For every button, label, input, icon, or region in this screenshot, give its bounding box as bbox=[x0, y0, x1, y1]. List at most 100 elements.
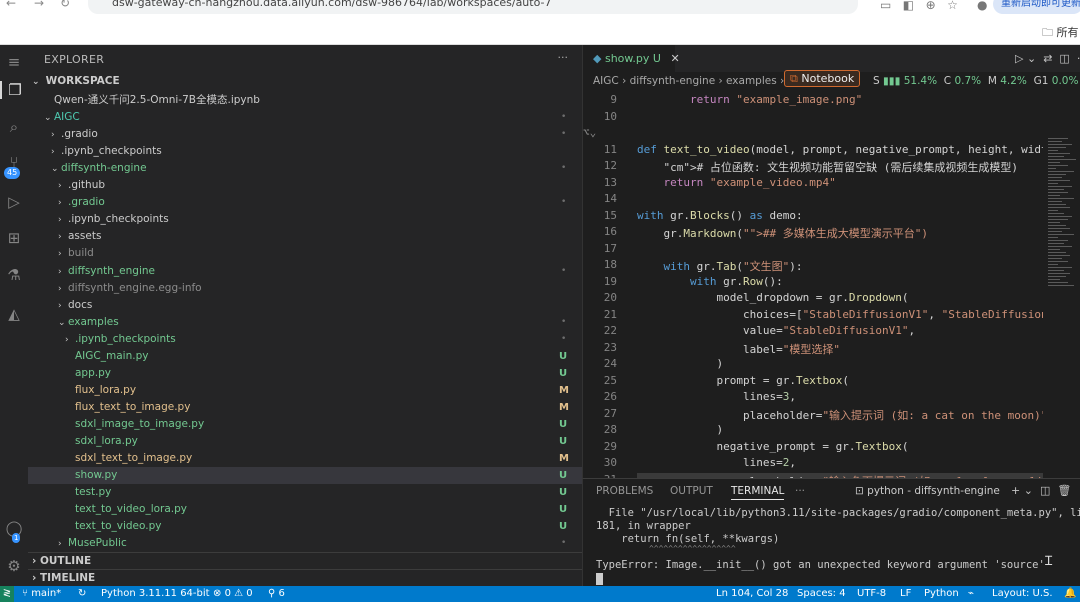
file-item[interactable]: sdxl_lora.py U bbox=[28, 433, 582, 450]
folder-item[interactable]: › diffsynth_engine.egg-info bbox=[28, 280, 582, 297]
notebook-button[interactable]: ⧉ Notebook bbox=[784, 70, 860, 87]
keyboard-layout[interactable]: Layout: U.S. bbox=[992, 586, 1053, 602]
notifications-icon[interactable]: 🔔 bbox=[1064, 586, 1076, 602]
encoding[interactable]: UTF-8 bbox=[857, 586, 886, 602]
folder-item[interactable]: ⌄ diffsynth-engine • bbox=[28, 160, 582, 177]
extensions-icon[interactable]: ⊞ bbox=[0, 229, 28, 247]
end-of-line[interactable]: LF bbox=[900, 586, 911, 602]
minimap-line bbox=[1048, 198, 1074, 199]
folder-item[interactable]: › .gradio • bbox=[28, 194, 582, 211]
trash-icon[interactable]: 🗑 bbox=[1057, 484, 1071, 497]
folder-item[interactable]: › build bbox=[28, 245, 582, 262]
tab-output[interactable]: OUTPUT bbox=[670, 485, 713, 497]
file-item[interactable]: app.py U bbox=[28, 365, 582, 382]
folder-item[interactable]: › .github bbox=[28, 177, 582, 194]
language-mode[interactable]: Python bbox=[924, 586, 959, 602]
folder-item[interactable]: ⌄ AIGC • bbox=[28, 109, 582, 126]
file-item[interactable]: sdxl_text_to_image.py M bbox=[28, 450, 582, 467]
sync-icon[interactable]: ↻ bbox=[78, 586, 86, 602]
add-terminal-icon[interactable]: + bbox=[1011, 484, 1020, 497]
folder-item[interactable]: ⌄ examples • bbox=[28, 314, 582, 331]
relaunch-button[interactable]: 重新启动即可更新 bbox=[993, 0, 1080, 14]
minimap-line bbox=[1048, 213, 1064, 214]
minimap[interactable] bbox=[1046, 90, 1080, 478]
ports-indicator[interactable]: ⚲ 6 bbox=[268, 586, 285, 602]
star-icon[interactable]: ☆ bbox=[947, 0, 958, 12]
file-item[interactable]: AIGC_main.py U bbox=[28, 348, 582, 365]
line-number: 23 bbox=[603, 340, 617, 354]
file-item[interactable]: sdxl_image_to_image.py U bbox=[28, 416, 582, 433]
workspace-section[interactable]: ⌄ WORKSPACE bbox=[28, 73, 582, 90]
back-icon[interactable]: ← bbox=[6, 0, 16, 10]
code-line: value="StableDiffusionV1", bbox=[637, 324, 916, 337]
breadcrumb-examples[interactable]: examples bbox=[726, 75, 777, 87]
indentation[interactable]: Spaces: 4 bbox=[797, 586, 846, 602]
code-lens-icon[interactable]: ⌥⌄ bbox=[583, 126, 596, 139]
remote-icon[interactable]: ◭ bbox=[0, 305, 28, 323]
folder-item[interactable]: › .ipynb_checkpoints • bbox=[28, 331, 582, 348]
folder-item[interactable]: › .ipynb_checkpoints bbox=[28, 211, 582, 228]
cursor-position[interactable]: Ln 104, Col 28 bbox=[716, 586, 788, 602]
search-icon[interactable]: ⌕ bbox=[0, 118, 28, 136]
file-item[interactable]: text_to_video_lora.py U bbox=[28, 501, 582, 518]
folder-item[interactable]: › .gradio • bbox=[28, 126, 582, 143]
breadcrumb-aigc[interactable]: AIGC bbox=[593, 75, 619, 87]
settings-gear-icon[interactable]: ⚙ bbox=[0, 557, 28, 575]
file-item[interactable]: Qwen-通义千问2.5-Omni-7B全模态.ipynb bbox=[28, 92, 582, 109]
screen-icon[interactable]: ▭ bbox=[880, 0, 891, 12]
branch-indicator[interactable]: ⑂ main* bbox=[22, 586, 61, 602]
reload-icon[interactable]: ↻ bbox=[60, 0, 70, 10]
git-status-badge: M bbox=[559, 384, 569, 396]
run-debug-icon[interactable]: ▷ bbox=[0, 193, 28, 211]
tab-terminal[interactable]: TERMINAL bbox=[731, 485, 785, 500]
folder-item[interactable]: › MusePublic • bbox=[28, 535, 582, 552]
terminal-line: File "/usr/local/lib/python3.11/site-pac… bbox=[596, 507, 1080, 519]
run-icon[interactable]: ▷ bbox=[1015, 52, 1023, 65]
file-item[interactable]: flux_lora.py M bbox=[28, 382, 582, 399]
minimap-line bbox=[1048, 168, 1056, 169]
address-bar[interactable]: dsw-gateway-cn-hangzhou.data.aliyun.com/… bbox=[88, 0, 858, 14]
more-tabs-icon[interactable]: ··· bbox=[795, 485, 805, 497]
translate-icon[interactable]: ◧ bbox=[903, 0, 914, 12]
folder-item[interactable]: › assets bbox=[28, 228, 582, 245]
profile-avatar[interactable]: ● bbox=[977, 0, 987, 12]
outline-section[interactable]: › OUTLINE bbox=[28, 552, 582, 569]
minimap-line bbox=[1048, 192, 1068, 193]
problems-indicator[interactable]: ⊗ 0 ⚠ 0 bbox=[213, 586, 253, 602]
forward-icon[interactable]: → bbox=[34, 0, 44, 10]
testing-icon[interactable]: ⚗ bbox=[0, 266, 28, 284]
tab-problems[interactable]: PROBLEMS bbox=[596, 485, 653, 497]
close-icon[interactable]: ✕ bbox=[670, 52, 679, 65]
explorer-icon[interactable]: ❐ bbox=[0, 81, 28, 99]
bell-icon[interactable]: ⌁ bbox=[968, 586, 974, 602]
chevron-right-icon: › bbox=[65, 334, 69, 345]
chevron-down-icon: ⌄ bbox=[44, 113, 52, 124]
tab-show-py[interactable]: ◆ show.py U ✕ bbox=[583, 45, 680, 72]
compare-icon[interactable]: ⇄ bbox=[1043, 52, 1052, 65]
chevron-right-icon: › bbox=[58, 181, 62, 192]
file-item[interactable]: flux_text_to_image.py M bbox=[28, 399, 582, 416]
all-bookmarks[interactable]: 🗀 所有 bbox=[1042, 24, 1079, 43]
file-item[interactable]: text_to_video.py U bbox=[28, 518, 582, 535]
terminal-selector[interactable]: ⊡ python - diffsynth-engine bbox=[855, 485, 1000, 497]
editor-actions: ▷ ⌄ ⇄ ◫ ··· bbox=[1015, 52, 1080, 65]
file-item[interactable]: test.py U bbox=[28, 484, 582, 501]
minimap-line bbox=[1048, 141, 1062, 142]
split-terminal-icon[interactable]: ◫ bbox=[1040, 484, 1050, 497]
zoom-icon[interactable]: ⊕ bbox=[926, 0, 936, 12]
split-editor-icon[interactable]: ◫ bbox=[1059, 52, 1069, 65]
menu-icon[interactable]: ≡ bbox=[0, 53, 28, 71]
folder-item[interactable]: › .ipynb_checkpoints bbox=[28, 143, 582, 160]
remote-indicator[interactable]: ≷ bbox=[0, 586, 14, 602]
breadcrumb-diffsynth-engine[interactable]: diffsynth-engine bbox=[630, 75, 716, 87]
code-area[interactable]: 9 return "example_image.png" 10 ⌥⌄ 11 def te… bbox=[583, 93, 1043, 478]
folder-item[interactable]: › diffsynth_engine • bbox=[28, 263, 582, 280]
tree-item-label: AIGC_main.py bbox=[75, 349, 149, 362]
more-actions-icon[interactable]: ··· bbox=[558, 51, 569, 64]
folder-item[interactable]: › docs bbox=[28, 297, 582, 314]
timeline-section[interactable]: › TIMELINE bbox=[28, 569, 582, 586]
minimap-line bbox=[1048, 252, 1066, 253]
python-interpreter[interactable]: Python 3.11.11 64-bit bbox=[101, 586, 210, 602]
file-item[interactable]: show.py U bbox=[28, 467, 582, 485]
chevron-down-icon[interactable]: ⌄ bbox=[1024, 484, 1033, 497]
